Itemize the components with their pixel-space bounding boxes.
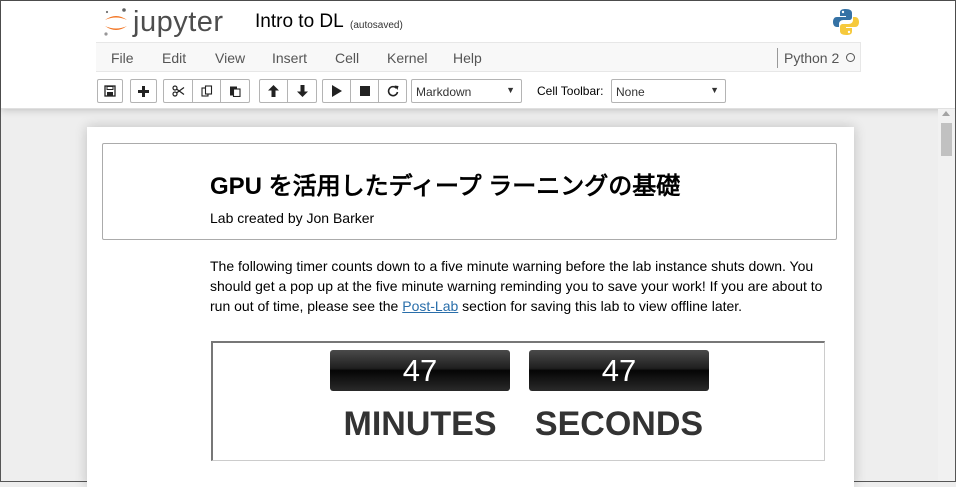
arrow-up-icon [268,85,279,97]
seconds-display: 47 [529,350,709,391]
cut-button[interactable] [163,79,193,103]
stop-icon [359,86,370,96]
save-icon [104,85,116,97]
save-button[interactable] [97,79,123,103]
intro-text-part: section for saving this lab to view offl… [458,298,743,314]
notebook-name[interactable]: Intro to DL [255,11,344,33]
cell-type-select[interactable]: Markdown ▼ [411,79,522,103]
scissors-icon [171,85,184,97]
menu-insert[interactable]: Insert [272,50,307,66]
minutes-label: MINUTES [343,405,497,443]
copy-icon [200,85,212,97]
run-button[interactable] [322,79,351,103]
paste-icon [230,86,241,97]
menu-help[interactable]: Help [453,50,482,66]
kernel-name: Python 2 [784,50,840,66]
jupyter-logo[interactable]: jupyter [101,5,224,39]
jupyter-logo-text: jupyter [133,5,224,38]
scrollbar-thumb[interactable] [941,123,952,156]
clipboard-group [163,79,250,103]
seconds-label: SECONDS [534,405,704,443]
kernel-separator [777,48,778,68]
restart-icon [387,85,398,97]
menu-view[interactable]: View [215,50,245,66]
run-group [322,79,407,103]
paste-button[interactable] [220,79,250,103]
intro-text: The following timer counts down to a fiv… [210,256,830,316]
cell-toolbar-label: Cell Toolbar: [537,84,604,98]
restart-button[interactable] [378,79,407,103]
jupyter-logo-icon [104,8,127,36]
scroll-up-arrow-icon[interactable] [942,111,950,116]
countdown-timer: 47 47 MINUTES SECONDS [211,341,825,461]
menubar: File Edit View Insert Cell Kernel Help P… [96,42,861,72]
cell-toolbar-value: None [616,85,645,99]
menu-kernel[interactable]: Kernel [387,50,427,66]
notebook-container: GPU を活用したディープ ラーニングの基礎 Lab created by Jo… [87,127,854,487]
select-caret-icon: ▼ [710,85,719,95]
notebook-title: GPU を活用したディープ ラーニングの基礎 [210,173,681,200]
move-up-button[interactable] [259,79,288,103]
python-logo-icon [833,9,859,35]
insert-cell-button[interactable] [130,79,157,103]
header: jupyter Intro to DL (autosaved) File Edi… [1,1,955,109]
move-down-button[interactable] [287,79,317,103]
copy-button[interactable] [192,79,221,103]
menu-cell[interactable]: Cell [335,50,359,66]
post-lab-link[interactable]: Post-Lab [402,298,458,314]
plus-icon [138,85,149,97]
title-cell[interactable]: GPU を活用したディープ ラーニングの基礎 Lab created by Jo… [102,143,837,240]
scrollbar[interactable] [938,109,955,481]
autosave-status: (autosaved) [350,20,403,31]
notebook-author: Lab created by Jon Barker [210,210,375,226]
cell-toolbar-select[interactable]: None ▼ [611,79,726,103]
interrupt-button[interactable] [350,79,379,103]
arrow-down-icon [296,85,308,97]
menu-edit[interactable]: Edit [162,50,186,66]
minutes-display: 47 [330,350,510,391]
play-icon [331,85,342,97]
select-caret-icon: ▼ [506,85,515,95]
menu-file[interactable]: File [111,50,134,66]
kernel-idle-circle-icon [846,53,855,62]
cell-type-value: Markdown [416,85,472,99]
move-group [259,79,317,103]
